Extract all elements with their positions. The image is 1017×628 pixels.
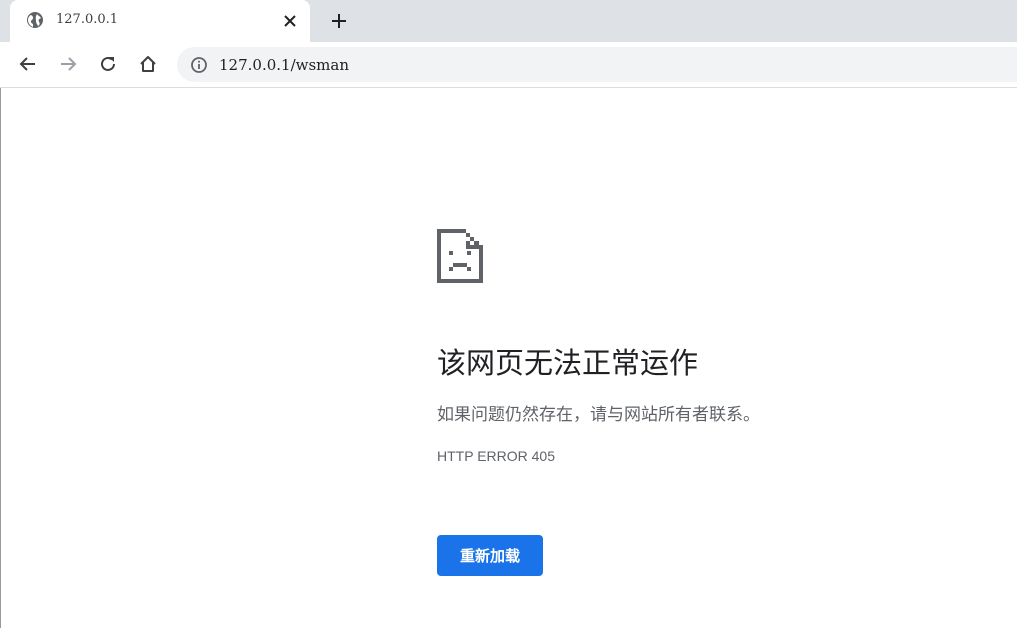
plus-icon xyxy=(332,14,346,28)
back-arrow-icon xyxy=(19,57,35,71)
error-code: HTTP ERROR 405 xyxy=(437,448,555,464)
window-border xyxy=(0,0,1,628)
forward-button[interactable] xyxy=(55,51,81,77)
home-icon xyxy=(140,56,156,72)
toolbar: 127.0.0.1/wsman xyxy=(0,42,1017,88)
globe-icon xyxy=(26,11,44,29)
error-subtitle: 如果问题仍然存在，请与网站所有者联系。 xyxy=(437,405,760,425)
sad-page-icon xyxy=(437,229,483,283)
tab-title: 127.0.0.1 xyxy=(56,12,119,27)
tab-strip: 127.0.0.1 xyxy=(0,0,1017,42)
close-icon xyxy=(284,15,296,27)
back-button[interactable] xyxy=(15,51,41,77)
home-button[interactable] xyxy=(135,51,161,77)
info-icon[interactable] xyxy=(190,56,208,74)
tab-active[interactable]: 127.0.0.1 xyxy=(10,0,310,42)
error-title: 该网页无法正常运作 xyxy=(437,346,699,380)
reload-icon xyxy=(101,56,115,71)
address-bar[interactable]: 127.0.0.1/wsman xyxy=(177,47,1017,82)
new-tab-button[interactable] xyxy=(326,8,352,34)
close-tab-button[interactable] xyxy=(280,11,300,31)
forward-arrow-icon xyxy=(61,57,77,71)
url-text[interactable]: 127.0.0.1/wsman xyxy=(219,56,349,74)
reload-page-button[interactable]: 重新加载 xyxy=(437,535,543,576)
reload-button[interactable] xyxy=(95,51,121,77)
